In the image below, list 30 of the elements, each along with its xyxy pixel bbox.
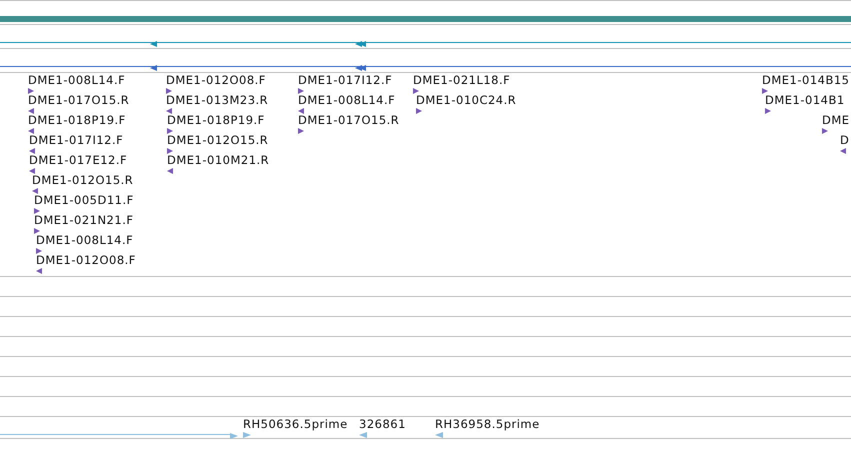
feature-label: DME1-008L14.F (36, 234, 134, 247)
feature-label: DME (822, 114, 850, 127)
feature-label: DME1-014B1 (765, 94, 845, 107)
feature-label: DME1-012O15.R (167, 134, 268, 147)
feature-label: DME1-012O15.R (32, 174, 134, 187)
feature-label: DME1-010M21.R (167, 154, 270, 167)
feature-label: DME1-008L14.F (28, 74, 126, 87)
feature-label: DME1-014B15 (762, 74, 850, 87)
feature-label: DME1-013M23.R (166, 94, 268, 107)
feature-label: DME1-021L18.F (413, 74, 510, 87)
feature-label: RH36958.5prime (435, 418, 540, 431)
feature-label: DME1-017I12.F (298, 74, 392, 87)
feature-label: DME1-017O15.R (28, 94, 130, 107)
arrow-icon (230, 433, 238, 439)
feature-label: DME1-012O08.F (166, 74, 266, 87)
feature-label: 326861 (359, 418, 406, 431)
feature-label: DME1-017I12.F (29, 134, 124, 147)
feature-label: DME1-008L14.F (298, 94, 396, 107)
feature-label: DME1-018P19.F (167, 114, 265, 127)
feature-label: DME1-021N21.F (34, 214, 134, 227)
feature-label: D (840, 134, 850, 147)
feature-label: DME1-017O15.R (298, 114, 400, 127)
feature-label: DME1-005D11.F (34, 194, 134, 207)
feature-label: DME1-010C24.R (416, 94, 516, 107)
arrow-icon (150, 41, 157, 47)
feature-label: RH50636.5prime (243, 418, 348, 431)
arrow-icon (150, 65, 157, 71)
feature-label: DME1-017E12.F (29, 154, 128, 167)
feature-label: DME1-012O08.F (36, 254, 136, 267)
feature-label: DME1-018P19.F (28, 114, 126, 127)
